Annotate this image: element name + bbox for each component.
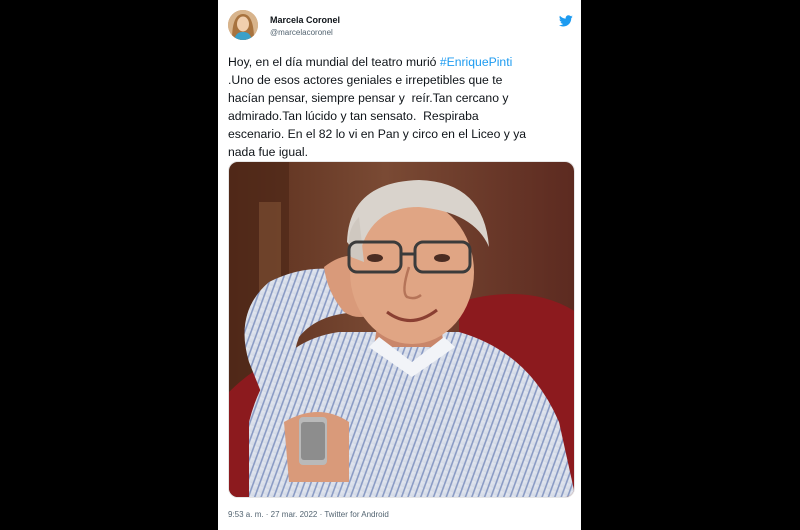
tweet-meta: 9:53 a. m. · 27 mar. 2022 · Twitter for … bbox=[228, 510, 389, 519]
tweet-photo[interactable] bbox=[228, 161, 575, 498]
tweet-text-part: Hoy, en el día mundial del teatro murió bbox=[228, 55, 440, 69]
timestamp[interactable]: 9:53 a. m. · 27 mar. 2022 · bbox=[228, 510, 324, 519]
tweet-text: Hoy, en el día mundial del teatro murió … bbox=[228, 53, 576, 161]
client-source[interactable]: Twitter for Android bbox=[324, 510, 388, 519]
tweet-text-part: .Uno de esos actores geniales e irrepeti… bbox=[228, 73, 527, 159]
tweet-header: Marcela Coronel @marcelacoronel bbox=[228, 10, 573, 44]
twitter-bird-icon[interactable] bbox=[558, 14, 573, 27]
tweet-card: Marcela Coronel @marcelacoronel Hoy, en … bbox=[218, 0, 581, 530]
avatar[interactable] bbox=[228, 10, 258, 40]
author-name[interactable]: Marcela Coronel bbox=[270, 15, 340, 25]
author-handle[interactable]: @marcelacoronel bbox=[270, 28, 333, 37]
hashtag-link[interactable]: #EnriquePinti bbox=[440, 55, 513, 69]
